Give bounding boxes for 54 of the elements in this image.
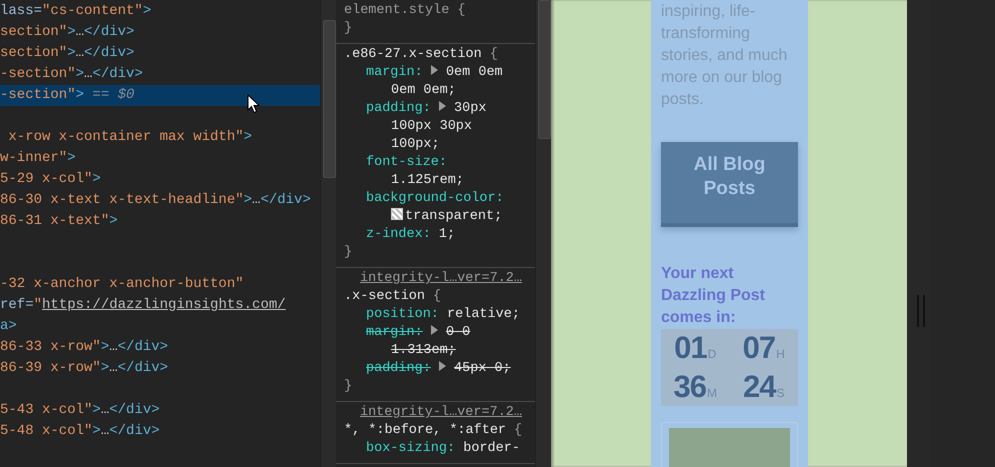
code-line[interactable]: section">…</div> xyxy=(0,22,320,42)
countdown-number: 01 xyxy=(674,329,707,367)
source-link[interactable]: integrity-l…ver=7.2… xyxy=(360,271,522,286)
brace: { xyxy=(514,423,522,438)
code-text: " xyxy=(34,296,42,312)
css-declaration[interactable]: font-size: 1.125rem; xyxy=(344,154,522,190)
color-swatch-icon[interactable] xyxy=(391,208,403,220)
brace: } xyxy=(344,245,352,260)
code-line[interactable]: 86-39 x-row">…</div> xyxy=(0,358,320,378)
source-link[interactable]: integrity-l…ver=7.2… xyxy=(360,405,522,420)
css-declaration[interactable]: box-sizing: border- xyxy=(344,440,522,458)
brace: { xyxy=(433,289,442,304)
code-line[interactable]: x-row x-container max width"> xyxy=(0,126,320,148)
code-text: ref= xyxy=(0,296,34,312)
code-line[interactable]: 5-48 x-col">…</div> xyxy=(0,420,320,442)
code-line[interactable]: 86-30 x-text x-text-headline">…</div> xyxy=(0,190,320,210)
expand-icon[interactable] xyxy=(438,101,446,111)
code-line[interactable]: 86-33 x-row">…</div> xyxy=(0,336,320,358)
code-line[interactable]: 5-43 x-col">…</div> xyxy=(0,400,320,420)
code-line[interactable]: 5-29 x-col"> xyxy=(0,168,320,190)
css-declaration[interactable]: margin: 0 0 1.313em; xyxy=(344,324,522,360)
expand-icon[interactable] xyxy=(438,361,446,371)
url-link[interactable]: https://dazzlinginsights.com/ xyxy=(42,296,286,312)
code-line[interactable]: section">…</div> xyxy=(0,42,320,64)
countdown-number: 36 xyxy=(674,368,706,406)
code-line[interactable]: lass="cs-content"> xyxy=(0,0,320,22)
css-declaration[interactable]: position: relative; xyxy=(344,306,522,324)
code-line[interactable]: w-inner"> xyxy=(0,148,320,168)
css-selector: element.style xyxy=(344,3,450,18)
countdown-unit: S xyxy=(776,386,784,400)
css-declaration[interactable]: padding: 45px 0; xyxy=(344,360,522,378)
css-declaration[interactable]: background-color: transparent; xyxy=(344,190,522,226)
scrollbar-thumb[interactable] xyxy=(323,20,336,178)
brace: } xyxy=(344,21,352,36)
expand-icon[interactable] xyxy=(430,325,438,335)
countdown-number: 07 xyxy=(742,329,776,367)
brace: } xyxy=(344,379,352,394)
countdown-number: 24 xyxy=(743,368,776,406)
brace: { xyxy=(490,47,498,62)
countdown-heading: Your next Dazzling Post comes in: xyxy=(661,264,766,328)
scrollbar-thumb[interactable] xyxy=(538,0,551,139)
css-declaration[interactable]: padding: 30px 100px 30px 100px; xyxy=(344,100,522,154)
code-line[interactable]: 86-31 x-text"> xyxy=(0,210,320,232)
expand-icon[interactable] xyxy=(430,65,438,75)
css-declaration[interactable]: margin: 0em 0em 0em 0em; xyxy=(344,64,522,100)
code-line[interactable]: -section">…</div> xyxy=(0,64,320,84)
css-selector: *, *:before, *:after xyxy=(344,423,506,438)
mouse-cursor-icon xyxy=(247,94,260,114)
code-line[interactable]: a> xyxy=(0,316,320,336)
code-line[interactable]: -32 x-anchor x-anchor-button" xyxy=(0,274,320,294)
css-selector: .e86-27.x-section xyxy=(344,47,482,62)
css-selector: .x-section xyxy=(344,289,426,304)
css-declaration[interactable]: z-index: 1; xyxy=(344,226,522,244)
brace: { xyxy=(457,3,466,18)
